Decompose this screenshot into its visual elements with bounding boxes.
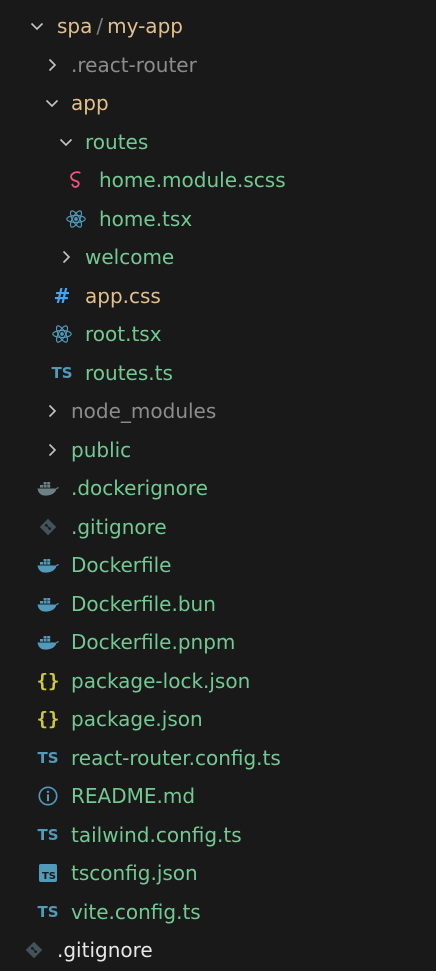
json-braces-glyph: {} — [36, 670, 60, 692]
file-explorer-tree: spa / my-app .react-router app routes home… — [0, 0, 436, 971]
tree-item-label: .react-router — [71, 53, 197, 77]
tree-file-package-json[interactable]: {} package.json — [0, 700, 436, 738]
docker-icon — [36, 630, 60, 654]
folder-path-label: spa / my-app — [57, 14, 183, 38]
tree-folder-spa-my-app[interactable]: spa / my-app — [0, 7, 436, 45]
tree-file-dockerignore[interactable]: .dockerignore — [0, 469, 436, 507]
react-icon — [64, 207, 88, 231]
path-separator: / — [96, 14, 104, 38]
tree-item-label: Dockerfile.pnpm — [71, 630, 236, 654]
chevron-right-icon[interactable] — [43, 441, 61, 459]
chevron-right-icon[interactable] — [57, 248, 75, 266]
tree-item-label: package-lock.json — [71, 669, 251, 693]
tree-file-dockerfile-pnpm[interactable]: Dockerfile.pnpm — [0, 623, 436, 661]
tree-item-label: vite.config.ts — [71, 900, 201, 924]
tree-folder-react-router[interactable]: .react-router — [0, 46, 436, 84]
tree-item-label: .dockerignore — [71, 476, 208, 500]
chevron-down-icon[interactable] — [57, 133, 75, 151]
tsconfig-badge-text: TS — [41, 871, 56, 882]
sass-icon — [64, 168, 88, 192]
tree-item-label: public — [71, 438, 132, 462]
tree-file-gitignore-root[interactable]: .gitignore — [0, 931, 436, 969]
tree-file-routes-ts[interactable]: TS routes.ts — [0, 354, 436, 392]
tree-folder-node-modules[interactable]: node_modules — [0, 392, 436, 430]
tree-folder-public[interactable]: public — [0, 431, 436, 469]
tree-file-readme-md[interactable]: README.md — [0, 777, 436, 815]
tree-file-dockerfile-bun[interactable]: Dockerfile.bun — [0, 585, 436, 623]
react-icon — [50, 322, 74, 346]
hash-glyph: # — [53, 284, 71, 308]
json-icon: {} — [36, 669, 60, 693]
tree-item-label: home.module.scss — [99, 168, 286, 192]
tree-folder-app[interactable]: app — [0, 84, 436, 122]
json-icon: {} — [36, 707, 60, 731]
tree-item-label: welcome — [85, 245, 175, 269]
tree-file-tsconfig-json[interactable]: TS tsconfig.json — [0, 854, 436, 892]
tree-file-home-tsx[interactable]: home.tsx — [0, 200, 436, 238]
css-hash-icon: # — [50, 284, 74, 308]
tree-item-label: react-router.config.ts — [71, 746, 281, 770]
tree-item-label: .gitignore — [57, 938, 153, 962]
tree-file-vite-config-ts[interactable]: TS vite.config.ts — [0, 893, 436, 931]
typescript-icon: TS — [36, 746, 60, 770]
tree-item-label: .gitignore — [71, 515, 167, 539]
typescript-icon: TS — [50, 361, 74, 385]
chevron-right-icon[interactable] — [43, 402, 61, 420]
tree-item-label: node_modules — [71, 399, 217, 423]
tsconfig-icon: TS — [36, 861, 60, 885]
tree-item-label: README.md — [71, 784, 196, 808]
tree-file-gitignore[interactable]: .gitignore — [0, 508, 436, 546]
tree-file-package-lock-json[interactable]: {} package-lock.json — [0, 662, 436, 700]
folder-path-part: my-app — [107, 14, 183, 38]
tree-item-label: routes — [85, 130, 149, 154]
tree-file-home-module-scss[interactable]: home.module.scss — [0, 161, 436, 199]
tree-file-react-router-config-ts[interactable]: TS react-router.config.ts — [0, 739, 436, 777]
git-icon — [36, 515, 60, 539]
tree-folder-routes[interactable]: routes — [0, 123, 436, 161]
ts-badge-text: TS — [37, 826, 59, 844]
ts-badge-text: TS — [37, 749, 59, 767]
chevron-right-icon[interactable] — [43, 56, 61, 74]
tree-item-label: app — [71, 91, 109, 115]
json-braces-glyph: {} — [36, 708, 60, 730]
typescript-icon: TS — [36, 900, 60, 924]
tree-item-label: home.tsx — [99, 207, 193, 231]
ts-badge-text: TS — [51, 364, 73, 382]
tree-item-label: root.tsx — [85, 322, 162, 346]
tree-item-label: app.css — [85, 284, 161, 308]
tree-item-label: Dockerfile.bun — [71, 592, 216, 616]
typescript-icon: TS — [36, 823, 60, 847]
tree-file-tailwind-config-ts[interactable]: TS tailwind.config.ts — [0, 816, 436, 854]
docker-icon — [36, 553, 60, 577]
tsconfig-badge: TS — [39, 864, 57, 882]
ts-badge-text: TS — [37, 903, 59, 921]
docker-icon — [36, 592, 60, 616]
tree-item-label: tsconfig.json — [71, 861, 198, 885]
chevron-down-icon[interactable] — [28, 17, 46, 35]
git-icon — [22, 938, 46, 962]
info-icon — [36, 784, 60, 808]
tree-folder-welcome[interactable]: welcome — [0, 238, 436, 276]
folder-path-part: spa — [57, 14, 93, 38]
tree-file-dockerfile[interactable]: Dockerfile — [0, 546, 436, 584]
tree-item-label: package.json — [71, 707, 203, 731]
tree-item-label: routes.ts — [85, 361, 173, 385]
chevron-down-icon[interactable] — [43, 94, 61, 112]
tree-item-label: tailwind.config.ts — [71, 823, 242, 847]
tree-file-root-tsx[interactable]: root.tsx — [0, 315, 436, 353]
tree-item-label: Dockerfile — [71, 553, 172, 577]
docker-icon — [36, 476, 60, 500]
tree-file-app-css[interactable]: # app.css — [0, 277, 436, 315]
